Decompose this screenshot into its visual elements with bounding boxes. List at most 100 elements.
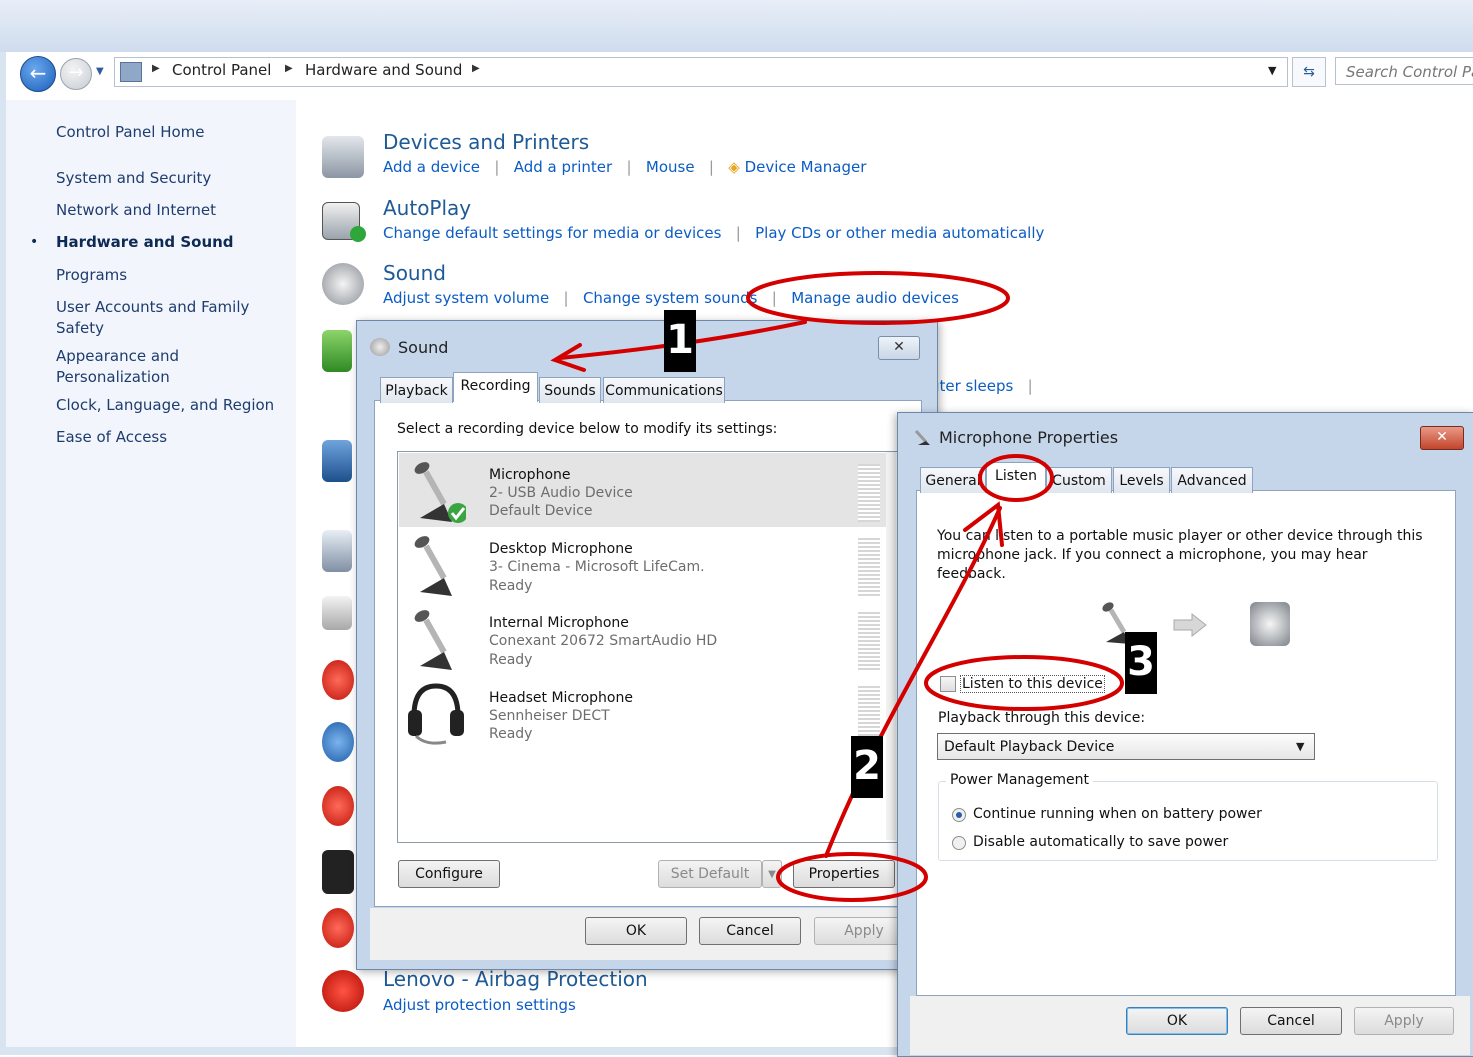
playback-device-select[interactable]: Default Playback Device [937,733,1315,760]
sound-close-button[interactable]: ✕ [878,336,920,360]
link-add-device[interactable]: Add a device [383,158,480,176]
set-default-dropdown-icon[interactable]: ▼ [762,860,782,888]
tab-recording[interactable]: Recording [453,372,538,402]
link-mouse[interactable]: Mouse [646,158,695,176]
mic-cancel-button[interactable]: Cancel [1240,1007,1342,1035]
airbag-icon [322,970,364,1012]
link-change-sounds[interactable]: Change system sounds [583,289,758,307]
disable-automatically-label[interactable]: Disable automatically to save power [973,834,1228,850]
device-status: Ready [489,726,533,742]
tab-general[interactable]: General [920,467,986,493]
nav-appearance[interactable]: Appearance and [56,347,179,365]
tab-communications[interactable]: Communications [603,377,725,403]
device-detail: 2- USB Audio Device [489,485,633,501]
link-computer-sleeps[interactable]: uter sleeps [930,377,1013,395]
continue-running-radio[interactable] [952,808,966,822]
link-play-cds[interactable]: Play CDs or other media automatically [755,224,1044,242]
recording-instruction: Select a recording device below to modif… [397,421,778,437]
mic-close-button[interactable]: ✕ [1420,426,1464,450]
mic-apply-button[interactable]: Apply [1354,1007,1454,1035]
tab-listen[interactable]: Listen [986,462,1046,492]
step-1-badge: 1 [664,310,696,372]
microphone-properties-title: Microphone Properties [939,428,1119,447]
link-add-printer[interactable]: Add a printer [514,158,612,176]
search-input[interactable]: Search Control Pa [1335,57,1473,85]
category-autoplay[interactable]: AutoPlay [383,196,471,220]
device-status: Default Device [489,503,593,519]
device-detail: Sennheiser DECT [489,708,610,724]
microphone-properties-icon [912,428,932,446]
listen-checkbox[interactable] [940,676,956,692]
properties-button[interactable]: Properties [793,860,895,888]
link-change-default-settings[interactable]: Change default settings for media or dev… [383,224,721,242]
tab-playback[interactable]: Playback [380,377,453,403]
continue-running-label[interactable]: Continue running when on battery power [973,806,1262,822]
device-status: Ready [489,578,533,594]
level-meter [858,612,880,670]
link-adjust-volume[interactable]: Adjust system volume [383,289,549,307]
nav-network-and-internet[interactable]: Network and Internet [56,201,216,219]
mic-ok-button[interactable]: OK [1126,1007,1228,1035]
play-icon [350,226,366,242]
tab-advanced[interactable]: Advanced [1171,467,1253,493]
listen-description: You can listen to a portable music playe… [937,528,1423,582]
device-row-selected[interactable] [399,453,886,527]
category-lenovo-airbag[interactable]: Lenovo - Airbag Protection [383,967,648,991]
devices-links: Add a device | Add a printer | Mouse | ◈… [383,158,867,176]
device-name: Internal Microphone [489,615,629,631]
lenovo-battery-icon [322,908,354,948]
shield-icon: ◈ [728,158,740,176]
address-dropdown-icon[interactable]: ▼ [1268,64,1276,77]
breadcrumb-hardware-and-sound[interactable]: Hardware and Sound [305,61,462,79]
nav-user-accounts[interactable]: User Accounts and Family [56,298,249,316]
listen-checkbox-label[interactable]: Listen to this device [960,675,1105,693]
recent-pages-chevron-icon[interactable]: ▼ [96,66,104,77]
nav-appearance-line2[interactable]: Personalization [56,368,170,386]
link-adjust-protection[interactable]: Adjust protection settings [383,996,576,1014]
refresh-button[interactable]: ⇆ [1292,57,1326,87]
disable-automatically-radio[interactable] [952,836,966,850]
device-name: Microphone [489,467,571,483]
desktop-microphone-icon [406,532,466,598]
display-icon [322,440,352,482]
link-device-manager[interactable]: Device Manager [745,158,867,176]
back-button[interactable]: ← [20,56,56,92]
nav-user-accounts-line2[interactable]: Safety [56,319,104,337]
configure-button[interactable]: Configure [398,860,500,888]
internal-microphone-icon [406,606,466,672]
sound-links: Adjust system volume | Change system sou… [383,289,959,307]
nav-system-and-security[interactable]: System and Security [56,169,211,187]
device-name: Desktop Microphone [489,541,633,557]
chevron-down-icon[interactable]: ▼ [1296,740,1304,753]
lenovo-audio-icon [322,850,354,894]
nav-control-panel-home[interactable]: Control Panel Home [56,123,205,141]
sound-ok-button[interactable]: OK [585,917,687,945]
headset-icon [406,680,466,746]
fingerprint-icon [322,596,352,630]
forward-button[interactable]: → [60,58,92,90]
nav-ease-of-access[interactable]: Ease of Access [56,428,167,446]
device-list-scrollbar[interactable] [886,452,896,840]
category-devices-printers[interactable]: Devices and Printers [383,130,589,154]
speaker-icon [322,263,364,305]
device-status: Ready [489,652,533,668]
tab-levels[interactable]: Levels [1113,467,1170,493]
category-sound[interactable]: Sound [383,261,446,285]
tab-sounds[interactable]: Sounds [539,377,601,403]
breadcrumb-control-panel[interactable]: Control Panel [172,61,271,79]
nav-programs[interactable]: Programs [56,266,127,284]
sound-cancel-button[interactable]: Cancel [699,917,801,945]
sound-dialog-title: Sound [398,338,449,357]
speaker-icon [1250,602,1290,646]
nav-hardware-and-sound[interactable]: Hardware and Sound [56,233,234,251]
active-bullet: • [30,234,39,250]
nav-clock-language-region[interactable]: Clock, Language, and Region [56,396,274,414]
tab-custom[interactable]: Custom [1046,467,1112,493]
level-meter [858,538,880,596]
link-manage-audio-devices[interactable]: Manage audio devices [791,289,959,307]
autoplay-links: Change default settings for media or dev… [383,224,1045,242]
device-name: Headset Microphone [489,690,633,706]
sound-dialog-icon [370,338,390,356]
set-default-button[interactable]: Set Default [658,860,762,888]
lenovo-touch-icon [322,660,354,700]
